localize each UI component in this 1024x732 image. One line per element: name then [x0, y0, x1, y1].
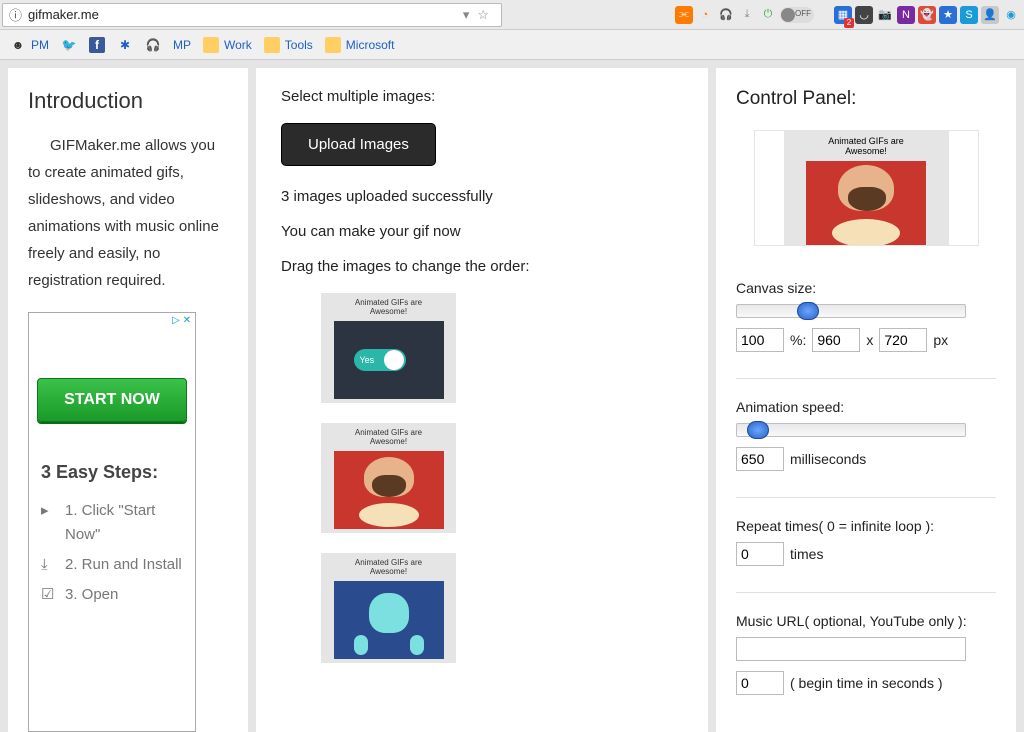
- toggle-off[interactable]: [780, 7, 814, 23]
- select-images-label: Select multiple images:: [281, 88, 683, 105]
- profile-ext-icon[interactable]: 👤: [981, 6, 999, 24]
- extension-tray: ⫘ ◔ 🎧 ⤓ ⏻ ▦ ◡ 📷 N 👻 ★ S 👤 ◉: [675, 6, 1024, 24]
- star-ext-icon[interactable]: ★: [939, 6, 957, 24]
- canvas-width-input[interactable]: [812, 328, 860, 352]
- bookmark-slack[interactable]: ✱: [117, 37, 133, 53]
- slider-thumb[interactable]: [797, 302, 819, 320]
- ad-step-3: ☑3. Open: [41, 583, 183, 607]
- page-body: Introduction GIFMaker.me allows you to c…: [0, 60, 1024, 732]
- canvas-height-input[interactable]: [879, 328, 927, 352]
- star-icon[interactable]: ☆: [477, 7, 489, 23]
- onenote-ext-icon[interactable]: N: [897, 6, 915, 24]
- upload-status: 3 images uploaded successfully: [281, 188, 683, 205]
- thumbnail-list: Animated GIFs are Awesome! Animated GIFs…: [281, 293, 683, 663]
- gif-preview: Animated GIFs are Awesome!: [754, 130, 979, 246]
- repeat-times-group: Repeat times( 0 = infinite loop ): times: [736, 518, 996, 566]
- bookmark-folder-microsoft[interactable]: Microsoft: [325, 37, 395, 53]
- thumb-art-man: [334, 451, 444, 529]
- power-ext-icon[interactable]: ⏻: [759, 6, 777, 24]
- make-gif-msg: You can make your gif now: [281, 223, 683, 240]
- music-url-input[interactable]: [736, 637, 966, 661]
- preview-art: [806, 161, 926, 246]
- canvas-size-slider[interactable]: [736, 304, 966, 318]
- adchoices-icon[interactable]: ▷ ✕: [29, 313, 195, 328]
- info-icon: ⓘ: [9, 5, 22, 24]
- browser-address-row: ⓘ gifmaker.me ▾ ☆ ⫘ ◔ 🎧 ⤓ ⏻ ▦ ◡ 📷 N 👻 ★ …: [0, 0, 1024, 30]
- music-url-group: Music URL( optional, YouTube only ): ( b…: [736, 613, 996, 695]
- repeat-times-label: Repeat times( 0 = infinite loop ):: [736, 518, 996, 534]
- headphones-ext-icon[interactable]: 🎧: [717, 6, 735, 24]
- repeat-times-input[interactable]: [736, 542, 784, 566]
- animation-speed-input[interactable]: [736, 447, 784, 471]
- ghost-ext-icon[interactable]: 👻: [918, 6, 936, 24]
- ad-start-button[interactable]: START NOW: [37, 378, 187, 422]
- upload-images-button[interactable]: Upload Images: [281, 123, 436, 166]
- control-panel: Control Panel: Animated GIFs are Awesome…: [716, 68, 1016, 732]
- ad-step-1: ▸1. Click "Start Now": [41, 499, 183, 547]
- thumbnail-2[interactable]: Animated GIFs are Awesome!: [321, 423, 456, 533]
- ad-banner[interactable]: ▷ ✕ START NOW 3 Easy Steps: ▸1. Click "S…: [28, 312, 196, 732]
- dropdown-icon[interactable]: ▾: [463, 7, 470, 23]
- download-ext-icon[interactable]: ⤓: [738, 6, 756, 24]
- bookmark-headphones[interactable]: 🎧: [145, 37, 161, 53]
- bookmark-folder-work[interactable]: Work: [203, 37, 252, 53]
- animation-speed-label: Animation speed:: [736, 399, 996, 415]
- music-url-label: Music URL( optional, YouTube only ):: [736, 613, 996, 629]
- thumb-art-octopus: [334, 581, 444, 659]
- camera-ext-icon[interactable]: 📷: [876, 6, 894, 24]
- bookmark-twitter[interactable]: 🐦: [61, 37, 77, 53]
- canvas-size-label: Canvas size:: [736, 280, 996, 296]
- bookmark-folder-tools[interactable]: Tools: [264, 37, 313, 53]
- canvas-percent-input[interactable]: [736, 328, 784, 352]
- ext-icon[interactable]: ◉: [1002, 6, 1020, 24]
- address-bar[interactable]: ⓘ gifmaker.me ▾ ☆: [2, 3, 502, 27]
- pocket-ext-icon[interactable]: ◡: [855, 6, 873, 24]
- ad-step-2: ⤓2. Run and Install: [41, 553, 183, 577]
- thumb-art-toggle: [334, 321, 444, 399]
- ad-steps-heading: 3 Easy Steps:: [29, 462, 195, 499]
- url-text: gifmaker.me: [28, 7, 99, 22]
- slider-thumb[interactable]: [747, 421, 769, 439]
- ext-icon[interactable]: ◔: [696, 6, 714, 24]
- bookmarks-bar: ☻PM 🐦 f ✱ 🎧 MP Work Tools Microsoft: [0, 30, 1024, 60]
- intro-text: GIFMaker.me allows you to create animate…: [28, 132, 228, 294]
- ext-icon-badge[interactable]: ▦: [834, 6, 852, 24]
- control-panel-heading: Control Panel:: [736, 88, 996, 110]
- drag-order-msg: Drag the images to change the order:: [281, 258, 683, 275]
- sidebar-intro: Introduction GIFMaker.me allows you to c…: [8, 68, 248, 732]
- animation-speed-slider[interactable]: [736, 423, 966, 437]
- main-content: Select multiple images: Upload Images 3 …: [256, 68, 708, 732]
- canvas-size-group: Canvas size: %: x px: [736, 280, 996, 352]
- animation-speed-group: Animation speed: milliseconds: [736, 399, 996, 471]
- music-begin-input[interactable]: [736, 671, 784, 695]
- thumbnail-3[interactable]: Animated GIFs are Awesome!: [321, 553, 456, 663]
- share-ext-icon[interactable]: ⫘: [675, 6, 693, 24]
- bookmark-facebook[interactable]: f: [89, 37, 105, 53]
- bookmark-mp[interactable]: MP: [173, 38, 191, 52]
- intro-heading: Introduction: [28, 88, 228, 114]
- ext-icon[interactable]: S: [960, 6, 978, 24]
- thumbnail-1[interactable]: Animated GIFs are Awesome!: [321, 293, 456, 403]
- bookmark-pm[interactable]: ☻PM: [10, 37, 49, 53]
